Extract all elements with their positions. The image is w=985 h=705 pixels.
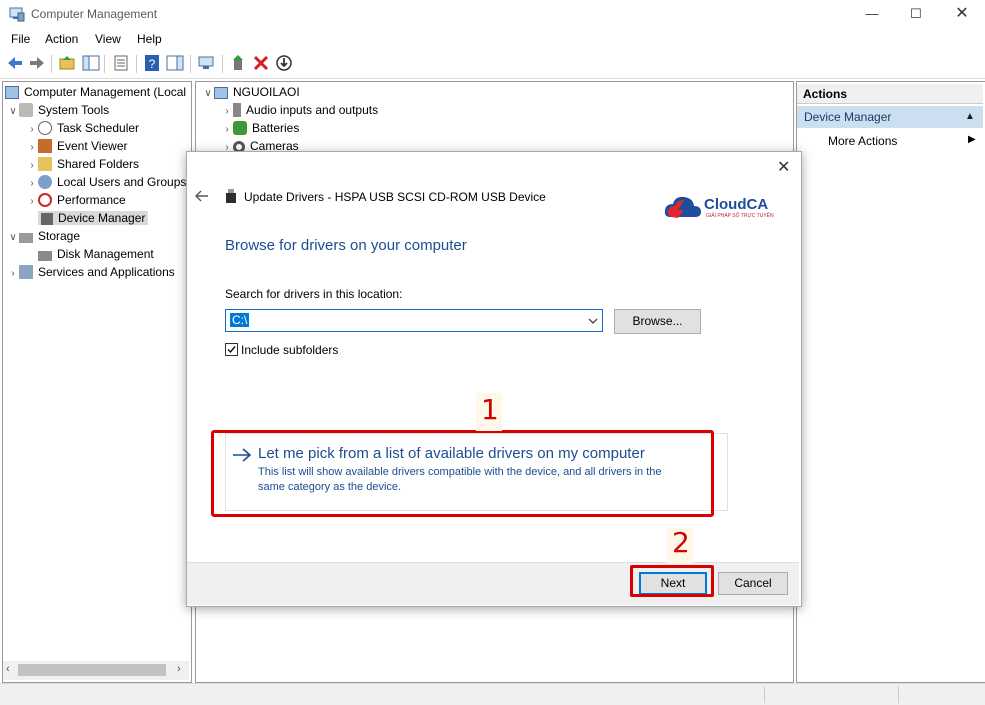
step1-badge: 1 — [476, 393, 502, 431]
speaker-icon — [233, 103, 241, 117]
usb-device-icon — [226, 189, 236, 203]
chevron-down-icon[interactable]: ∨ — [7, 103, 19, 121]
back-arrow-icon[interactable] — [194, 188, 210, 204]
device-category-batteries[interactable]: › Batteries — [221, 119, 299, 137]
chevron-right-icon[interactable]: › — [7, 265, 19, 283]
browse-button[interactable]: Browse... — [614, 309, 701, 334]
cloudca-logo: CloudCA GIẢI PHÁP SỐ TRỰC TUYẾN — [664, 193, 774, 223]
title-bar: Computer Management — ☐ ✕ — [0, 0, 985, 29]
services-icon — [19, 265, 33, 279]
scroll-right-icon[interactable]: › — [177, 663, 181, 675]
scan-hardware-icon[interactable] — [197, 54, 215, 72]
menu-help[interactable]: Help — [137, 32, 162, 46]
step2-highlight-box — [630, 565, 714, 597]
step1-highlight-box — [211, 430, 714, 517]
tree-item-local-users-groups[interactable]: › Local Users and Groups — [5, 173, 191, 191]
minimize-button[interactable]: — — [849, 0, 895, 29]
tree-item-services-applications[interactable]: › Services and Applications — [5, 263, 191, 283]
actions-pane — [796, 81, 985, 683]
maximize-button[interactable]: ☐ — [893, 0, 939, 29]
computer-management-icon — [9, 7, 25, 22]
storage-icon — [19, 233, 33, 243]
device-tree-root[interactable]: ∨ NGUOILAOI — [202, 83, 300, 101]
forward-arrow-icon[interactable] — [28, 54, 46, 72]
toolbar: ? — [0, 50, 985, 79]
path-input[interactable]: C:\ — [230, 313, 250, 327]
tree-item-performance[interactable]: › Performance — [5, 191, 191, 211]
dialog-heading: Browse for drivers on your computer — [225, 237, 467, 254]
search-location-label: Search for drivers in this location: — [225, 287, 403, 301]
logo-name: CloudCA — [704, 196, 769, 213]
device-category-audio[interactable]: › Audio inputs and outputs — [221, 101, 378, 119]
close-window-button[interactable]: ✕ — [939, 0, 985, 29]
chevron-down-icon[interactable]: ∨ — [202, 85, 214, 103]
window-title: Computer Management — [31, 7, 158, 21]
clock-icon — [38, 121, 52, 135]
battery-icon — [233, 121, 247, 135]
scroll-left-icon[interactable]: ‹ — [6, 663, 10, 675]
disable-device-icon[interactable] — [275, 54, 293, 72]
chevron-down-icon[interactable] — [588, 317, 598, 325]
users-icon — [38, 175, 52, 189]
up-folder-icon[interactable] — [58, 54, 76, 72]
tree-item-system-tools[interactable]: ∨ System Tools — [5, 101, 191, 121]
dialog-title: Update Drivers - HSPA USB SCSI CD-ROM US… — [244, 190, 546, 204]
action-pane-icon[interactable] — [166, 54, 184, 72]
folder-icon — [38, 157, 52, 171]
checkmark-icon — [227, 346, 236, 354]
submenu-arrow-icon: ▶ — [968, 134, 976, 145]
tree-item-disk-management[interactable]: Disk Management — [5, 245, 191, 263]
tree-item-event-viewer[interactable]: › Event Viewer — [5, 137, 191, 155]
cloud-logo-icon — [664, 196, 701, 218]
back-arrow-icon[interactable] — [6, 54, 24, 72]
path-combobox[interactable]: C:\ — [225, 309, 603, 332]
console-tree: Computer Management (Local ∨ System Tools… — [2, 81, 192, 683]
chevron-right-icon[interactable]: › — [26, 193, 38, 211]
tree-item-task-scheduler[interactable]: › Task Scheduler — [5, 119, 191, 137]
computer-icon — [214, 87, 228, 99]
menu-action[interactable]: Action — [45, 32, 78, 46]
help-icon[interactable]: ? — [143, 54, 161, 72]
svg-text:?: ? — [149, 57, 156, 71]
chevron-down-icon[interactable]: ∨ — [7, 229, 19, 247]
menu-view[interactable]: View — [95, 32, 121, 46]
tools-icon — [19, 103, 33, 117]
step1-number: 1 — [481, 393, 499, 426]
step2-badge: 2 — [667, 526, 693, 564]
update-driver-icon[interactable] — [229, 54, 247, 72]
disk-icon — [38, 251, 52, 261]
status-bar — [0, 683, 985, 705]
tree-item-shared-folders[interactable]: › Shared Folders — [5, 155, 191, 173]
dialog-close-icon[interactable]: ✕ — [777, 157, 790, 177]
tree-item-storage[interactable]: ∨ Storage — [5, 227, 191, 247]
actions-device-manager[interactable]: Device Manager ▲ — [797, 106, 983, 128]
step2-number: 2 — [672, 526, 690, 559]
include-subfolders-checkbox[interactable] — [225, 343, 238, 356]
logo-tagline: GIẢI PHÁP SỐ TRỰC TUYẾN — [706, 213, 774, 219]
actions-header: Actions — [797, 84, 983, 104]
event-icon — [38, 139, 52, 153]
include-subfolders-label: Include subfolders — [241, 343, 339, 357]
menu-bar: File Action View Help — [0, 29, 985, 50]
device-manager-icon — [41, 213, 53, 225]
scrollbar-thumb[interactable] — [18, 664, 166, 676]
properties-icon[interactable] — [112, 54, 130, 72]
cancel-button[interactable]: Cancel — [718, 572, 788, 595]
computer-icon — [5, 86, 19, 99]
more-actions-item[interactable]: More Actions — [828, 134, 897, 148]
collapse-icon[interactable]: ▲ — [965, 106, 975, 128]
menu-file[interactable]: File — [11, 32, 30, 46]
uninstall-device-icon[interactable] — [252, 54, 270, 72]
show-hide-tree-icon[interactable] — [82, 54, 100, 72]
tree-item-computer-management[interactable]: Computer Management (Local — [5, 83, 191, 101]
performance-icon — [38, 193, 52, 207]
tree-item-device-manager[interactable]: Device Manager — [5, 209, 191, 227]
